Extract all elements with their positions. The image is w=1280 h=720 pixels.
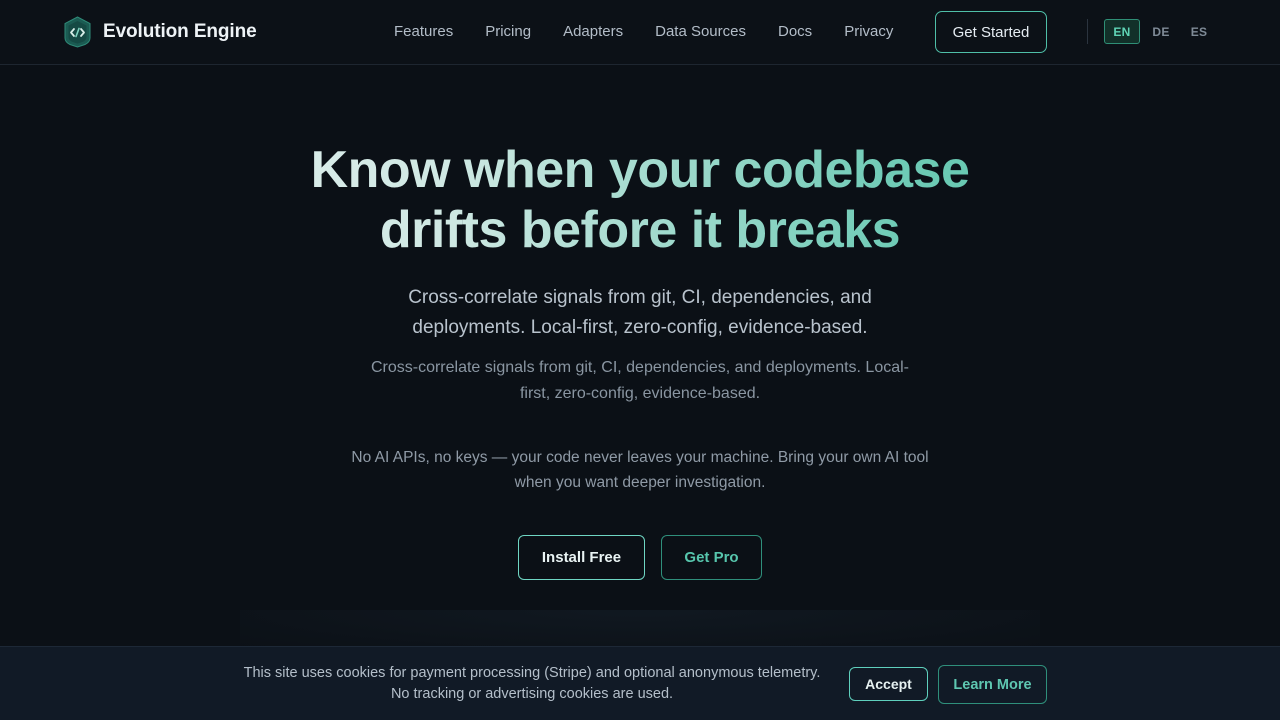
hero-glow xyxy=(240,610,1040,650)
hero-privacy-note: No AI APIs, no keys — your code never le… xyxy=(351,449,929,491)
hero-subtitle-secondary: Cross-correlate signals from git, CI, de… xyxy=(370,359,910,402)
cookie-learn-more-button[interactable]: Learn More xyxy=(938,665,1047,704)
language-en-button[interactable]: EN xyxy=(1104,19,1140,44)
site-header: Evolution Engine Features Pricing Adapte… xyxy=(0,0,1280,65)
cookie-accept-button[interactable]: Accept xyxy=(849,667,928,701)
hero-subtitle-primary: Cross-correlate signals from git, CI, de… xyxy=(408,287,872,338)
cookie-message-line-1: This site uses cookies for payment proce… xyxy=(243,665,821,681)
nav-pricing[interactable]: Pricing xyxy=(485,22,531,42)
brand-name: Evolution Engine xyxy=(103,21,257,42)
main-nav: Features Pricing Adapters Data Sources D… xyxy=(394,22,893,42)
shield-code-icon xyxy=(64,16,91,48)
nav-features[interactable]: Features xyxy=(394,22,453,42)
cookie-banner: This site uses cookies for payment proce… xyxy=(0,646,1280,720)
cookie-message: This site uses cookies for payment proce… xyxy=(232,663,832,705)
hero-title: Know when your codebase drifts before it… xyxy=(0,140,1280,260)
nav-adapters[interactable]: Adapters xyxy=(563,22,623,42)
language-es-button[interactable]: ES xyxy=(1184,19,1214,44)
install-free-button[interactable]: Install Free xyxy=(518,535,645,580)
brand-link[interactable]: Evolution Engine xyxy=(63,16,257,48)
nav-docs[interactable]: Docs xyxy=(778,22,812,42)
cookie-message-line-2: No tracking or advertising cookies are u… xyxy=(390,686,674,702)
hero-title-line-2: drifts before it breaks xyxy=(0,200,1280,260)
nav-data-sources[interactable]: Data Sources xyxy=(655,22,746,42)
language-de-button[interactable]: DE xyxy=(1146,19,1176,44)
hero-title-line-1: Know when your codebase xyxy=(0,140,1280,200)
get-started-button[interactable]: Get Started xyxy=(935,11,1047,53)
header-divider xyxy=(1087,19,1088,44)
get-pro-button[interactable]: Get Pro xyxy=(661,535,762,580)
nav-privacy[interactable]: Privacy xyxy=(844,22,893,42)
